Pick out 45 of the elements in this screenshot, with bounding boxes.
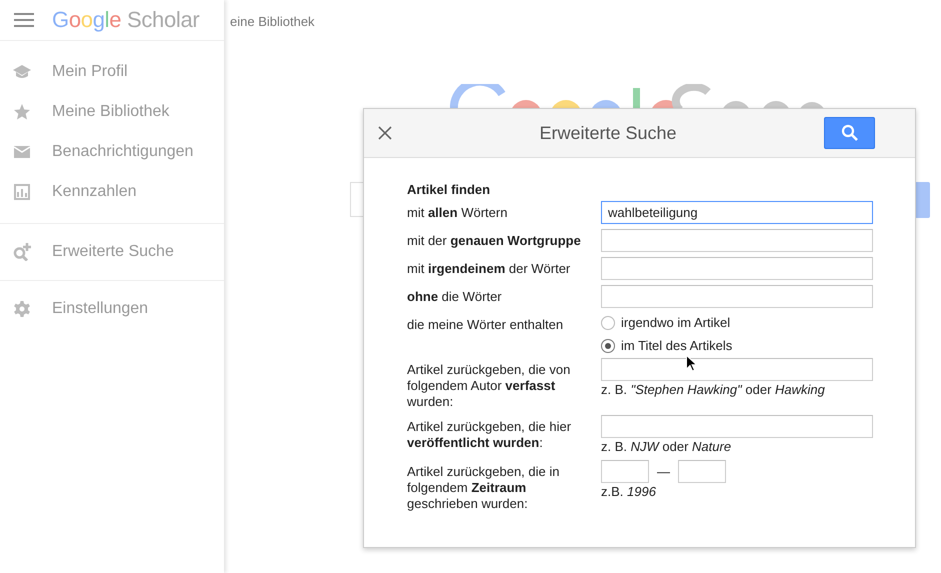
bar-chart-icon — [13, 183, 31, 201]
field-label: Artikel zurückgeben, die von folgendem Autor verfasst wurden: — [407, 361, 572, 410]
search-icon — [840, 124, 858, 142]
input-field[interactable] — [601, 257, 873, 280]
radio-label[interactable]: irgendwo im Artikel — [621, 315, 730, 330]
section-title: Artikel finden — [407, 182, 492, 197]
search-button[interactable] — [824, 117, 875, 149]
field-label: mit der genauen Wortgruppe — [407, 232, 582, 249]
field-label: Artikel zurückgeben, die in folgendem Zeitraum geschrieben wurden: — [407, 463, 560, 512]
radio-label[interactable]: im Titel des Artikels — [621, 338, 732, 353]
hint-text: z. B. "Stephen Hawking" oder Hawking — [601, 382, 826, 398]
search-plus-icon — [13, 243, 31, 261]
input-field[interactable]: wahlbeteiligung — [601, 201, 873, 224]
cursor-icon — [686, 355, 697, 372]
hint-text: z.B. 1996 — [601, 484, 657, 500]
envelope-icon — [13, 143, 31, 161]
menu-item[interactable]: Mein Profil — [52, 63, 128, 81]
field-label: ohne die Wörter — [407, 288, 503, 305]
menu-item[interactable]: Meine Bibliothek — [52, 103, 170, 121]
input-field[interactable] — [601, 415, 873, 438]
input-field[interactable] — [601, 285, 873, 308]
menu-item[interactable]: Kennzahlen — [52, 183, 137, 201]
hint-text: z. B. NJW oder Nature — [601, 439, 732, 455]
field-label: Artikel zurückgeben, die hier veröffentlicht wurden: — [407, 418, 572, 451]
year-to-field[interactable] — [678, 460, 726, 483]
field-label: mit irgendeinem der Wörter — [407, 260, 572, 277]
dialog-title: Erweiterte Suche — [538, 122, 678, 144]
menu-item[interactable]: Einstellungen — [52, 300, 148, 318]
settings-icon — [13, 300, 31, 318]
logo[interactable]: Google Scholar — [52, 7, 200, 33]
star-icon — [13, 103, 31, 121]
menu-item[interactable]: Erweiterte Suche — [52, 243, 174, 261]
radio-button[interactable] — [601, 316, 615, 330]
field-label: mit allen Wörtern — [407, 204, 508, 221]
range-separator: — — [656, 464, 671, 479]
menu-item[interactable]: Benachrichtigungen — [52, 143, 194, 161]
year-from-field[interactable] — [601, 460, 649, 483]
breadcrumb[interactable]: eine Bibliothek — [230, 14, 315, 28]
field-label: die meine Wörter enthalten — [407, 316, 564, 333]
close-icon[interactable] — [378, 126, 392, 140]
menu-icon[interactable] — [14, 13, 34, 27]
input-field[interactable] — [601, 229, 873, 252]
input-field[interactable] — [601, 358, 873, 381]
radio-button[interactable] — [601, 338, 615, 352]
mortarboard-icon — [13, 63, 31, 81]
